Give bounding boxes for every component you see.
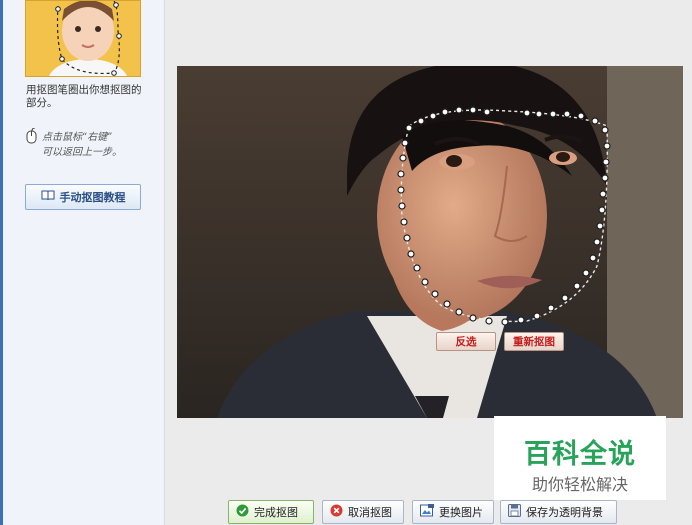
- hint-line-1: 点击鼠标“右键”: [42, 132, 113, 143]
- cancel-cutout-label: 取消抠图: [348, 506, 392, 519]
- hint-line-2: 可以返回上一步。: [42, 147, 122, 158]
- watermark-subtitle: 助你轻松解决: [531, 475, 628, 494]
- replace-image-button[interactable]: 更换图片: [412, 500, 494, 524]
- book-icon: [41, 190, 55, 204]
- manual-tutorial-button[interactable]: 手动抠图教程: [25, 184, 141, 210]
- finish-cutout-label: 完成抠图: [254, 506, 298, 519]
- cancel-cutout-button[interactable]: 取消抠图: [322, 500, 404, 524]
- image-icon: [420, 504, 434, 520]
- window-edge: [0, 0, 3, 525]
- save-disk-icon: [508, 504, 521, 520]
- tutorial-label: 手动抠图教程: [59, 191, 126, 204]
- portrait-canvas[interactable]: [177, 66, 683, 418]
- invert-selection-button[interactable]: 反选: [436, 332, 496, 351]
- watermark-title: 百科全说: [524, 439, 636, 470]
- replace-image-label: 更换图片: [439, 506, 483, 519]
- left-panel: 用抠图笔圈出你想抠图的部分。 点击鼠标“右键” 可以返回上一步。 手动抠图教程: [0, 0, 165, 525]
- instruction-text: 用抠图笔圈出你想抠图的部分。: [26, 84, 142, 109]
- cancel-circle-icon: [330, 504, 343, 520]
- watermark: 百科全说 助你轻松解决: [494, 416, 666, 500]
- mouse-icon: [26, 127, 38, 148]
- reselect-button[interactable]: 重新抠图: [504, 332, 564, 351]
- save-transparent-button[interactable]: 保存为透明背景: [500, 500, 617, 524]
- example-thumbnail: [25, 0, 141, 77]
- finish-cutout-button[interactable]: 完成抠图: [228, 500, 314, 524]
- save-transparent-label: 保存为透明背景: [526, 506, 603, 519]
- check-circle-icon: [236, 504, 249, 520]
